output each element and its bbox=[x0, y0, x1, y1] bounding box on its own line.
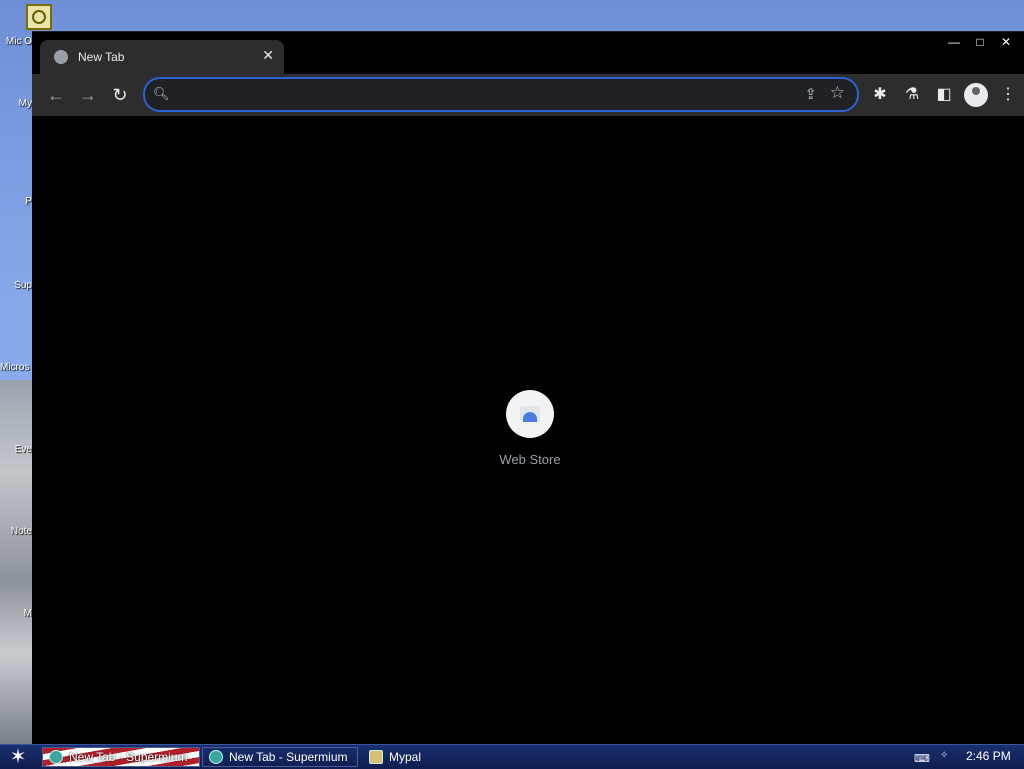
mypal-icon bbox=[369, 750, 383, 764]
taskbar-item-label: New Tab - Supermium bbox=[69, 750, 188, 764]
taskbar-item-mypal[interactable]: Mypal bbox=[362, 747, 518, 767]
tab-new-tab[interactable]: New Tab ✕ bbox=[40, 40, 284, 74]
desktop-icon-label: P bbox=[25, 196, 32, 207]
desktop-icon-label: Micros Studi bbox=[0, 362, 32, 373]
tab-title: New Tab bbox=[78, 50, 125, 64]
back-button[interactable]: ← bbox=[44, 83, 68, 107]
desktop-icon-label: Mic O bbox=[5, 36, 32, 47]
address-bar[interactable]: 🔍︎ ⇪ ☆ bbox=[143, 77, 859, 112]
close-icon[interactable]: ✕ bbox=[262, 47, 274, 64]
taskbar-item-label: New Tab - Supermium bbox=[229, 750, 348, 764]
forward-button[interactable]: → bbox=[76, 83, 100, 107]
window-controls: — □ ✕ bbox=[942, 34, 1018, 50]
desktop-icon[interactable]: Mic O bbox=[0, 36, 32, 47]
desktop-icon[interactable]: Eve bbox=[0, 444, 32, 455]
shortcut-web-store[interactable]: Web Store bbox=[490, 390, 570, 467]
desktop-icon[interactable]: P bbox=[0, 196, 32, 207]
network-icon[interactable]: ✧ bbox=[940, 750, 948, 761]
globe-icon bbox=[54, 50, 68, 64]
bookmark-star-icon[interactable]: ☆ bbox=[830, 83, 845, 103]
minimize-button[interactable]: — bbox=[942, 34, 966, 50]
menu-kebab-icon[interactable]: ⋮ bbox=[996, 83, 1020, 107]
desktop-icon[interactable]: My bbox=[0, 98, 32, 109]
desktop-icon[interactable]: Note bbox=[0, 526, 32, 537]
browser-window: New Tab ✕ — □ ✕ ← → ↻ 🔍︎ ⇪ ☆ ✱ ⚗ ◧ ⋮ Web… bbox=[32, 31, 1024, 745]
desktop-icon-label: Sup bbox=[14, 280, 32, 291]
toolbar: ← → ↻ 🔍︎ ⇪ ☆ ✱ ⚗ ◧ ⋮ bbox=[32, 74, 1024, 116]
desktop: Mic O My P Sup Micros Studi Eve Note M bbox=[0, 0, 32, 744]
taskbar: ✶ New Tab - Supermium New Tab - Supermiu… bbox=[0, 744, 1024, 769]
taskbar-item-label: Mypal bbox=[389, 750, 422, 764]
shortcut-label: Web Store bbox=[499, 452, 561, 467]
profile-avatar-icon[interactable] bbox=[964, 83, 988, 107]
share-icon[interactable]: ⇪ bbox=[804, 85, 817, 103]
start-button[interactable]: ✶ bbox=[4, 746, 32, 768]
extensions-icon[interactable]: ✱ bbox=[868, 83, 892, 107]
supermium-icon bbox=[49, 750, 63, 764]
reload-button[interactable]: ↻ bbox=[108, 83, 132, 107]
labs-flask-icon[interactable]: ⚗ bbox=[900, 83, 924, 107]
keyboard-icon[interactable]: ⌨︎ bbox=[914, 752, 930, 765]
close-window-button[interactable]: ✕ bbox=[994, 34, 1018, 50]
desktop-icon[interactable]: Sup bbox=[0, 280, 32, 291]
address-input[interactable] bbox=[175, 83, 779, 107]
taskbar-item-supermium-1[interactable]: New Tab - Supermium bbox=[42, 747, 200, 767]
desktop-icon-label: Eve bbox=[14, 444, 32, 455]
desktop-icon-label: My bbox=[18, 98, 32, 109]
desktop-icon[interactable]: Micros Studi bbox=[0, 362, 32, 373]
maximize-button[interactable]: □ bbox=[968, 34, 992, 50]
taskbar-item-supermium-2[interactable]: New Tab - Supermium bbox=[202, 747, 358, 767]
desktop-icon-label: Note bbox=[10, 526, 32, 537]
desktop-wallpaper bbox=[0, 380, 32, 744]
clock[interactable]: 2:46 PM bbox=[966, 749, 1011, 763]
title-bar: New Tab ✕ — □ ✕ bbox=[32, 32, 1024, 74]
side-panel-icon[interactable]: ◧ bbox=[932, 83, 956, 107]
clock-app-icon[interactable] bbox=[26, 4, 52, 30]
supermium-icon bbox=[209, 750, 223, 764]
desktop-icon[interactable]: M bbox=[0, 608, 32, 619]
web-store-icon bbox=[506, 390, 554, 438]
search-icon: 🔍︎ bbox=[153, 86, 170, 101]
desktop-icon-label: M bbox=[23, 608, 32, 619]
